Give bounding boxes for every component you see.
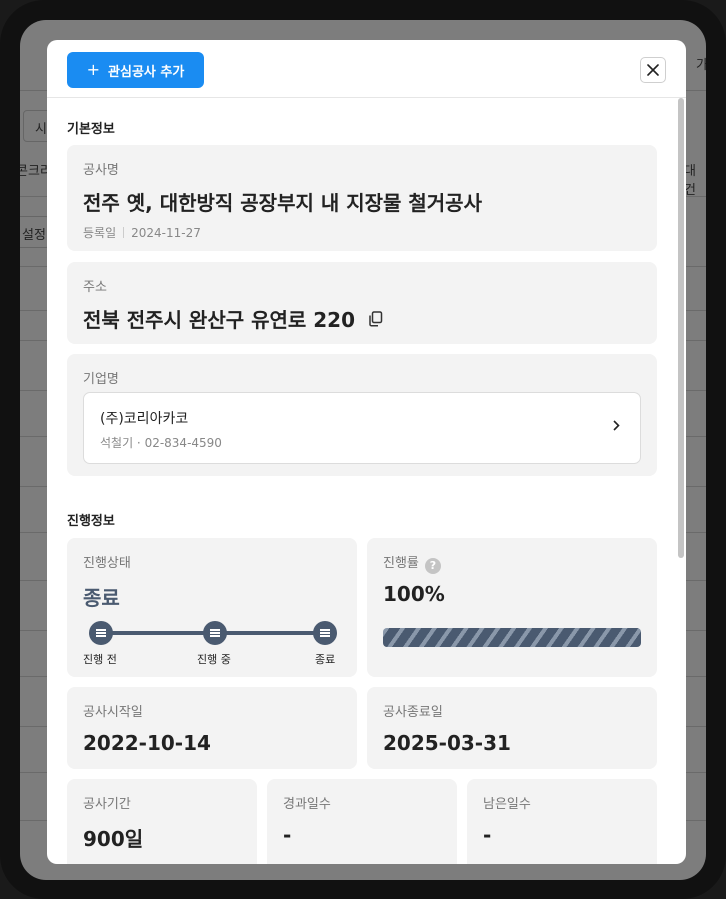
duration-label: 공사기간 xyxy=(83,797,131,812)
plus-icon: + xyxy=(86,60,101,79)
elapsed-label: 경과일수 xyxy=(283,797,331,812)
status-value: 종료 xyxy=(83,586,120,610)
elapsed-card: 경과일수 - xyxy=(267,779,457,864)
close-icon xyxy=(647,64,659,76)
registration-date: 2024-11-27 xyxy=(131,226,201,240)
registration-info: 등록일 2024-11-27 xyxy=(83,224,201,241)
add-interest-project-button[interactable]: + 관심공사 추가 xyxy=(67,52,204,88)
elapsed-value: - xyxy=(283,823,292,847)
project-name: 전주 옛, 대한방직 공장부지 내 지장물 철거공사 xyxy=(83,191,482,215)
start-date-label: 공사시작일 xyxy=(83,705,143,720)
remaining-card: 남은일수 - xyxy=(467,779,657,864)
address-line: 전북 전주시 완산구 유연로 220 xyxy=(83,304,383,333)
company-contact: 석철기 · 02-834-4590 xyxy=(100,436,222,450)
step-label-before: 진행 전 xyxy=(83,653,117,666)
rate-label-line: 진행률? xyxy=(383,552,441,574)
address-card: 주소 전북 전주시 완산구 유연로 220 xyxy=(67,262,657,344)
step-node-before xyxy=(89,621,113,645)
company-name: (주)코리아카코 xyxy=(100,411,189,427)
background-text: 가 xyxy=(696,58,706,73)
project-name-card: 공사명 전주 옛, 대한방직 공장부지 내 지장물 철거공사 등록일 2024-1… xyxy=(67,145,657,251)
scrollbar[interactable] xyxy=(678,98,684,558)
progress-bar xyxy=(383,628,641,647)
step-label-done: 종료 xyxy=(315,653,336,666)
copy-icon[interactable] xyxy=(368,311,383,327)
chevron-right-icon xyxy=(613,420,620,431)
basic-info-title: 기본정보 xyxy=(67,122,115,137)
start-date-card: 공사시작일 2022-10-14 xyxy=(67,687,357,769)
device-frame: 시 콘크리 설정 대건 가 + 관심공사 추가 기본정보 공사명 전주 옛, 대… xyxy=(0,0,726,899)
remaining-value: - xyxy=(483,823,492,847)
registration-label: 등록일 xyxy=(83,226,117,240)
project-name-label: 공사명 xyxy=(83,163,119,178)
background-text: 시 xyxy=(35,122,47,137)
duration-value: 900일 xyxy=(83,827,144,851)
company-label: 기업명 xyxy=(83,372,119,387)
end-date-value: 2025-03-31 xyxy=(383,731,511,755)
status-label: 진행상태 xyxy=(83,556,131,571)
address-label: 주소 xyxy=(83,280,107,295)
rate-value: 100% xyxy=(383,582,445,606)
rate-card: 진행률? 100% xyxy=(367,538,657,677)
company-card: 기업명 (주)코리아카코 석철기 · 02-834-4590 xyxy=(67,354,657,476)
step-label-during: 진행 중 xyxy=(197,653,231,666)
close-button[interactable] xyxy=(640,57,666,83)
step-node-done xyxy=(313,621,337,645)
start-date-value: 2022-10-14 xyxy=(83,731,211,755)
background-text: 설정 xyxy=(22,228,46,243)
step-node-during xyxy=(203,621,227,645)
background-text: 대건 xyxy=(684,164,696,198)
help-icon[interactable]: ? xyxy=(424,557,441,574)
end-date-card: 공사종료일 2025-03-31 xyxy=(367,687,657,769)
rate-label: 진행률 xyxy=(383,556,419,571)
modal-header: + 관심공사 추가 xyxy=(47,40,686,98)
add-interest-project-label: 관심공사 추가 xyxy=(108,64,185,80)
status-card: 진행상태 종료 진행 전 진행 중 종료 xyxy=(67,538,357,677)
end-date-label: 공사종료일 xyxy=(383,705,443,720)
modal-body: 기본정보 공사명 전주 옛, 대한방직 공장부지 내 지장물 철거공사 등록일 2… xyxy=(47,98,686,864)
duration-card: 공사기간 900일 xyxy=(67,779,257,864)
progress-info-title: 진행정보 xyxy=(67,514,115,529)
remaining-label: 남은일수 xyxy=(483,797,531,812)
project-detail-modal: + 관심공사 추가 기본정보 공사명 전주 옛, 대한방직 공장부지 내 지장물… xyxy=(47,40,686,864)
company-link[interactable]: (주)코리아카코 석철기 · 02-834-4590 xyxy=(83,392,641,464)
address-value: 전북 전주시 완산구 유연로 220 xyxy=(83,308,355,332)
